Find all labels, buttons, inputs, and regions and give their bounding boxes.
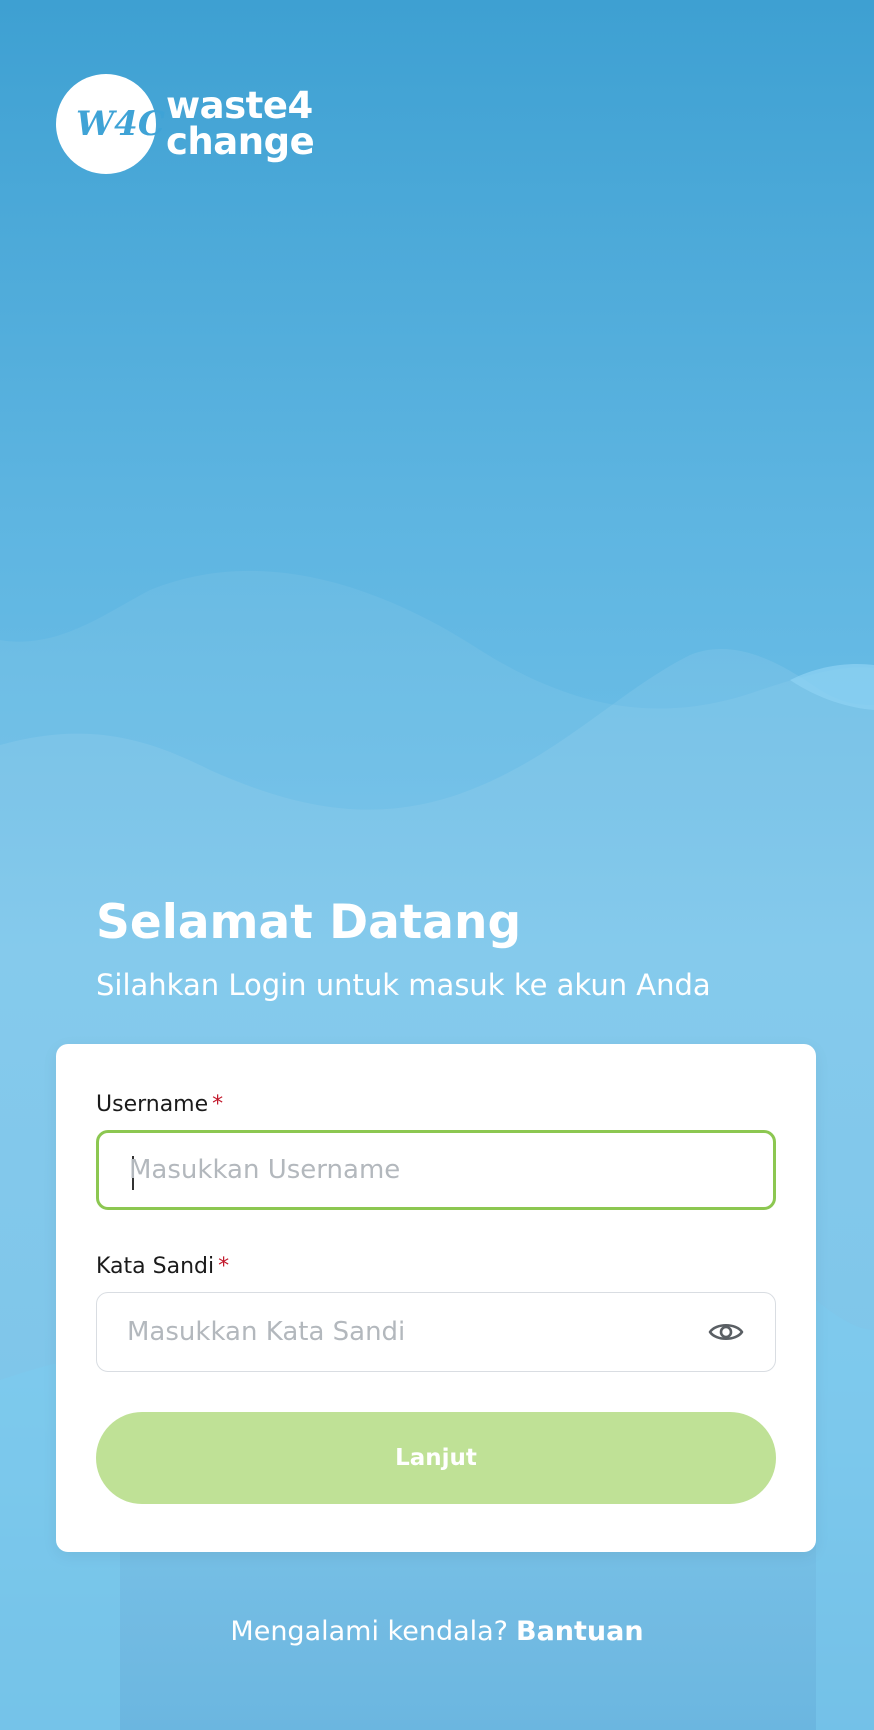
logo-wordmark-line2: change — [166, 120, 315, 163]
required-marker: * — [218, 1254, 230, 1279]
welcome-subtitle: Silahkan Login untuk masuk ke akun Anda — [96, 968, 711, 1002]
logo-wordmark: waste4 change — [166, 84, 315, 163]
password-field[interactable] — [96, 1292, 776, 1372]
welcome-title: Selamat Datang — [96, 895, 522, 950]
username-input[interactable] — [129, 1133, 689, 1207]
password-label-text: Kata Sandi — [96, 1254, 215, 1279]
help-footer: Mengalami kendala? Bantuan — [0, 1616, 874, 1647]
password-label: Kata Sandi * — [96, 1254, 229, 1279]
eye-icon-graphic — [708, 1323, 744, 1341]
required-marker: * — [212, 1092, 224, 1117]
username-field[interactable] — [96, 1130, 776, 1210]
eye-icon[interactable] — [707, 1313, 745, 1351]
username-label: Username * — [96, 1092, 223, 1117]
brand-logo: W4C waste4 change — [56, 74, 315, 174]
continue-button[interactable]: Lanjut — [96, 1412, 776, 1504]
help-link[interactable]: Bantuan — [516, 1616, 644, 1647]
logo-badge: W4C — [56, 74, 165, 174]
logo-wordmark-line1: waste4 — [166, 84, 313, 127]
password-input[interactable] — [127, 1293, 687, 1371]
username-label-text: Username — [96, 1092, 209, 1117]
help-question: Mengalami kendala? — [230, 1616, 508, 1647]
login-card: Username* Kata Sandi* Lanjut — [56, 1044, 816, 1552]
logo-mark: W4C — [76, 104, 165, 144]
